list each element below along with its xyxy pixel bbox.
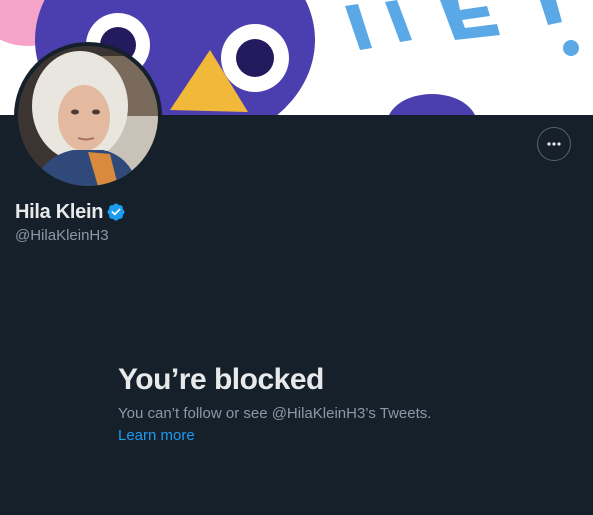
blocked-notice: You’re blocked You can’t follow or see @… bbox=[118, 361, 538, 446]
display-name: Hila Klein bbox=[15, 201, 104, 223]
verified-badge-icon[interactable] bbox=[106, 202, 126, 222]
profile-avatar[interactable] bbox=[14, 42, 162, 190]
profile-handle: @HilaKleinH3 bbox=[15, 227, 109, 244]
profile-page: Hila Klein @HilaKleinH3 You’re blocked Y… bbox=[0, 0, 593, 515]
learn-more-link[interactable]: Learn more bbox=[118, 426, 195, 446]
profile-name-row: Hila Klein bbox=[15, 199, 126, 225]
avatar-photo bbox=[18, 46, 158, 186]
blocked-message: You can’t follow or see @HilaKleinH3’s T… bbox=[118, 405, 432, 422]
blocked-title: You’re blocked bbox=[118, 363, 324, 396]
more-options-button[interactable] bbox=[537, 127, 571, 161]
more-horizontal-icon bbox=[547, 142, 561, 146]
